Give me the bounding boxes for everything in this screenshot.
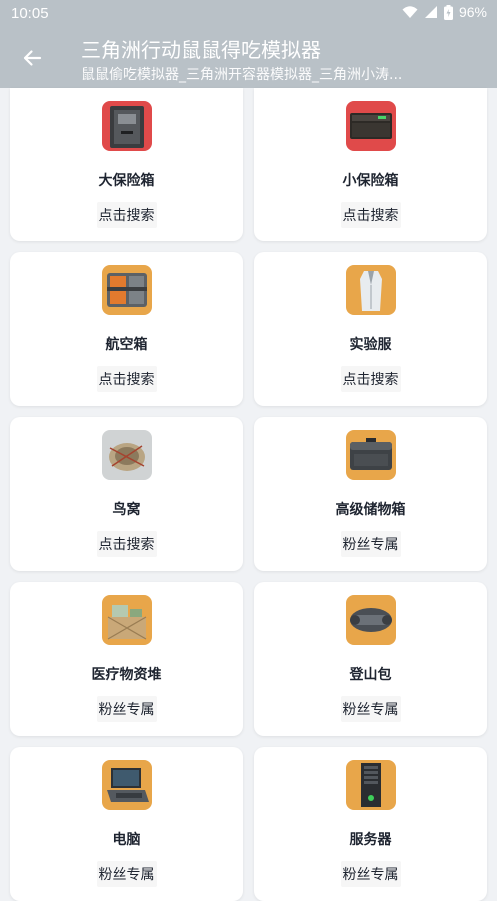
battery-icon — [443, 4, 453, 20]
fans-only-label[interactable]: 粉丝专属 — [340, 531, 401, 557]
status-indicators: 96% — [402, 4, 487, 20]
fans-only-label[interactable]: 粉丝专属 — [96, 861, 157, 887]
container-grid: 大保险箱 点击搜索 小保险箱 点击搜索 航空箱 点击搜索 实验服 点击搜索 鸟窝… — [10, 88, 488, 901]
arrow-left-icon — [23, 50, 42, 66]
search-action-label[interactable]: 点击搜索 — [96, 531, 157, 557]
container-name: 小保险箱 — [342, 173, 399, 189]
container-name: 登山包 — [349, 667, 392, 683]
lab-coat-icon — [346, 265, 396, 315]
page-subtitle: 鼠鼠偷吃模拟器_三角洲开容器模拟器_三角洲小涛... — [81, 67, 403, 83]
container-name: 服务器 — [349, 832, 392, 848]
backpack-icon — [346, 595, 396, 645]
fans-only-label[interactable]: 粉丝专属 — [340, 696, 401, 722]
container-card[interactable]: 医疗物资堆 粉丝专属 — [10, 582, 243, 736]
search-action-label[interactable]: 点击搜索 — [96, 202, 157, 228]
fans-only-label[interactable]: 粉丝专属 — [340, 861, 401, 887]
container-name: 实验服 — [349, 337, 392, 353]
bird-nest-icon — [102, 430, 152, 480]
back-button[interactable] — [16, 42, 48, 74]
fans-only-label[interactable]: 粉丝专属 — [96, 696, 157, 722]
signal-icon — [424, 6, 437, 18]
container-card[interactable]: 高级储物箱 粉丝专属 — [254, 417, 487, 571]
status-bar: 10:05 96% — [0, 0, 497, 28]
status-time: 10:05 — [11, 5, 49, 22]
search-action-label[interactable]: 点击搜索 — [340, 202, 401, 228]
container-card[interactable]: 电脑 粉丝专属 — [10, 747, 243, 901]
wifi-icon — [402, 6, 418, 18]
container-name: 高级储物箱 — [335, 502, 406, 518]
container-card[interactable]: 实验服 点击搜索 — [254, 252, 487, 406]
container-card[interactable]: 航空箱 点击搜索 — [10, 252, 243, 406]
large-safe-icon — [102, 101, 152, 151]
laptop-icon — [102, 760, 152, 810]
container-card[interactable]: 鸟窝 点击搜索 — [10, 417, 243, 571]
small-safe-icon — [346, 101, 396, 151]
container-card[interactable]: 登山包 粉丝专属 — [254, 582, 487, 736]
container-name: 大保险箱 — [98, 173, 155, 189]
container-name: 电脑 — [112, 832, 141, 848]
container-card[interactable]: 服务器 粉丝专属 — [254, 747, 487, 901]
medical-supplies-icon — [102, 595, 152, 645]
battery-level: 96% — [458, 4, 487, 20]
server-icon — [346, 760, 396, 810]
storage-box-icon — [346, 430, 396, 480]
container-card[interactable]: 小保险箱 点击搜索 — [254, 88, 487, 241]
page-title: 三角洲行动鼠鼠得吃模拟器 — [81, 38, 321, 62]
container-name: 鸟窝 — [112, 502, 141, 518]
search-action-label[interactable]: 点击搜索 — [96, 366, 157, 392]
container-name: 医疗物资堆 — [91, 667, 162, 683]
air-case-icon — [102, 265, 152, 315]
search-action-label[interactable]: 点击搜索 — [340, 366, 401, 392]
container-card[interactable]: 大保险箱 点击搜索 — [10, 88, 243, 241]
app-bar: 三角洲行动鼠鼠得吃模拟器 鼠鼠偷吃模拟器_三角洲开容器模拟器_三角洲小涛... — [0, 28, 497, 88]
container-name: 航空箱 — [105, 337, 148, 353]
